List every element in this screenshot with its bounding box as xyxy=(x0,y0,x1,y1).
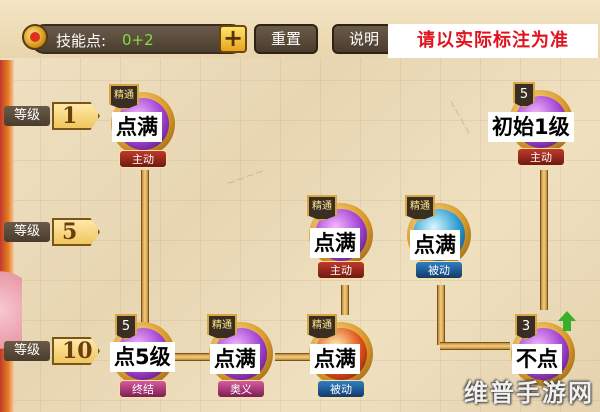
level-number: 1 xyxy=(52,102,100,130)
tree-connector xyxy=(341,285,349,315)
skill-points-value: 0+2 xyxy=(122,31,154,49)
site-watermark: 维普手游网 xyxy=(464,379,594,407)
add-skill-point-button[interactable]: + xyxy=(219,25,247,53)
reset-button[interactable]: 重置 xyxy=(254,24,318,54)
annotation-label: 点满 xyxy=(112,112,162,142)
annotation-label: 不点 xyxy=(512,344,562,374)
skill-type-label: 主动 xyxy=(517,148,565,166)
level-number: 5 xyxy=(52,218,100,246)
skill-type-label: 奥义 xyxy=(217,380,265,398)
annotation-label: 点满 xyxy=(310,228,360,258)
tree-connector xyxy=(437,285,445,345)
annotation-label: 点满 xyxy=(210,344,260,374)
level-number: 10 xyxy=(52,337,100,365)
annotation-label: 初始1级 xyxy=(488,112,574,142)
tree-connector xyxy=(141,170,149,330)
skill-type-label: 被动 xyxy=(317,380,365,398)
level-tag-5: 等级 5 xyxy=(0,218,100,246)
skill-type-label: 主动 xyxy=(119,150,167,168)
help-button[interactable]: 说明 xyxy=(332,24,396,54)
skill-type-label: 被动 xyxy=(415,261,463,279)
upgrade-arrow-icon xyxy=(558,311,576,331)
level-tag-10: 等级 10 xyxy=(0,337,100,365)
tree-connector xyxy=(440,342,510,350)
level-tag-1: 等级 1 xyxy=(0,102,100,130)
tree-connector xyxy=(540,170,548,310)
skill-tree-screen: ~~~~ ~~~~ 技能点: 0+2 + 重置 说明 请以实际标注为准 等级 1… xyxy=(0,0,600,412)
annotation-label: 点满 xyxy=(410,230,460,260)
level-label: 等级 xyxy=(4,222,50,242)
top-bar: 技能点: 0+2 + 重置 说明 请以实际标注为准 xyxy=(0,0,600,58)
annotation-label: 点5级 xyxy=(110,342,175,372)
level-label: 等级 xyxy=(4,341,50,361)
skill-points-label: 技能点: xyxy=(56,32,107,50)
notice-banner: 请以实际标注为准 xyxy=(388,24,598,58)
skill-point-coin-icon xyxy=(22,24,48,50)
annotation-label: 点满 xyxy=(310,344,360,374)
skill-type-label: 终结 xyxy=(119,380,167,398)
level-label: 等级 xyxy=(4,106,50,126)
skill-type-label: 主动 xyxy=(317,261,365,279)
